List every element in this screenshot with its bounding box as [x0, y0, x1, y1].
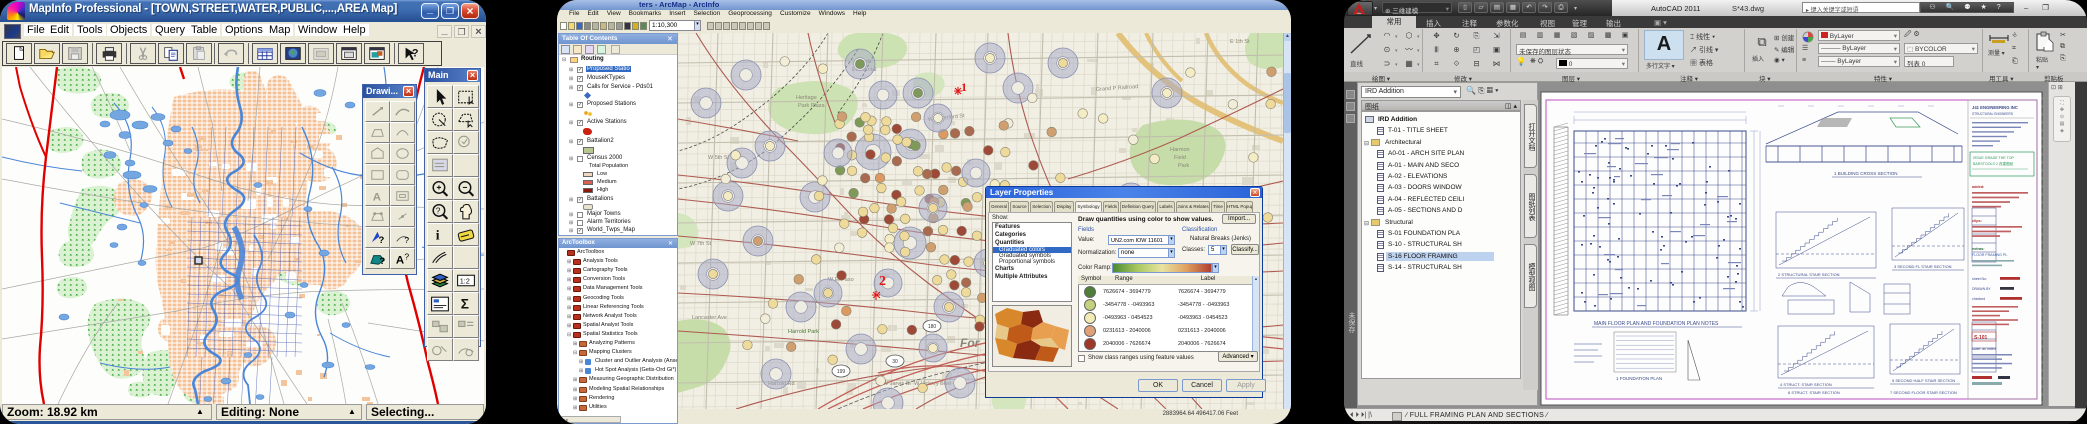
- svg-text:6 STRUCT. STAIR SECTION: 6 STRUCT. STAIR SECTION: [1788, 390, 1840, 395]
- svg-text:E 1th St: E 1th St: [1230, 39, 1250, 45]
- svg-text:1:2: 1:2: [460, 277, 470, 286]
- svg-text:W 7th St: W 7th St: [690, 241, 712, 247]
- svg-text:J41 ENGINEERING INC: J41 ENGINEERING INC: [1972, 105, 2018, 110]
- svg-text:Field: Field: [1174, 155, 1186, 161]
- svg-text:i: i: [436, 228, 440, 243]
- svg-text:Σ: Σ: [461, 297, 469, 312]
- svg-text:199: 199: [837, 369, 846, 375]
- svg-text:30: 30: [892, 359, 898, 365]
- svg-text:?: ?: [436, 206, 441, 216]
- svg-text:DRAWN BY: DRAWN BY: [1972, 287, 1991, 291]
- svg-text:180: 180: [928, 324, 937, 330]
- svg-text:Park Plaza: Park Plaza: [798, 103, 826, 109]
- svg-text:W 5th St: W 5th St: [708, 155, 730, 161]
- svg-text:Harrold Park: Harrold Park: [788, 329, 819, 335]
- svg-text:scale: as noted: scale: as noted: [1972, 347, 1996, 351]
- svg-text:Harmon: Harmon: [1170, 147, 1190, 153]
- svg-text:S-101: S-101: [1974, 335, 1988, 341]
- svg-text:clips:: clips:: [1972, 219, 1982, 223]
- svg-text:MAIN FLOOR PLAN AND FOUNDATION: MAIN FLOOR PLAN AND FOUNDATION PLAN NOTE…: [1594, 321, 1719, 327]
- svg-text:extras:: extras:: [1972, 247, 1984, 251]
- svg-text:?: ?: [404, 251, 409, 261]
- svg-text:A: A: [373, 191, 381, 203]
- svg-text:1 FOUNDATION PLAN: 1 FOUNDATION PLAN: [1616, 376, 1662, 381]
- svg-text:Lancaster Ave: Lancaster Ave: [692, 315, 727, 321]
- svg-text:4 STRUCT. STAIR SECTION: 4 STRUCT. STAIR SECTION: [1780, 382, 1832, 387]
- svg-text:FLOOR FRAMING PL: FLOOR FRAMING PL: [1972, 253, 2007, 257]
- svg-text:added:: added:: [1972, 185, 1984, 189]
- svg-text:2: 2: [879, 274, 886, 289]
- svg-text:?: ?: [404, 235, 409, 245]
- svg-text:1: 1: [961, 80, 967, 94]
- svg-text:ISSUE GRADE THE TOP: ISSUE GRADE THE TOP: [1973, 156, 2015, 160]
- svg-text:Park: Park: [1178, 163, 1190, 169]
- svg-text:?: ?: [378, 235, 384, 246]
- svg-text:BARSTOOLS 2 改建图纸: BARSTOOLS 2 改建图纸: [1973, 161, 2014, 166]
- svg-text:3 SECOND FL STAIR SECTION: 3 SECOND FL STAIR SECTION: [1894, 264, 1952, 269]
- svg-text:Heritage: Heritage: [796, 95, 817, 101]
- svg-text:?: ?: [412, 48, 419, 60]
- svg-text:?: ?: [379, 256, 385, 267]
- svg-text:A: A: [396, 254, 404, 266]
- svg-text:checked: checked: [1972, 297, 1985, 301]
- svg-text:W Jarvis St: W Jarvis St: [883, 381, 911, 387]
- svg-text:7 SECOND FLOOR STAIR SECTION: 7 SECOND FLOOR STAIR SECTION: [1890, 390, 1957, 395]
- svg-text:2 STRUCTURAL STAIR SECTION: 2 STRUCTURAL STAIR SECTION: [1778, 272, 1840, 277]
- svg-text:STRUCTURAL ENGINEERS: STRUCTURAL ENGINEERS: [1972, 112, 2013, 116]
- svg-text:5 SECOND HALF STAIR SECTION: 5 SECOND HALF STAIR SECTION: [1892, 378, 1955, 383]
- svg-text:sheet No:: sheet No:: [1972, 277, 1987, 281]
- svg-text:1 BUILDING CROSS SECTION: 1 BUILDING CROSS SECTION: [1834, 171, 1898, 176]
